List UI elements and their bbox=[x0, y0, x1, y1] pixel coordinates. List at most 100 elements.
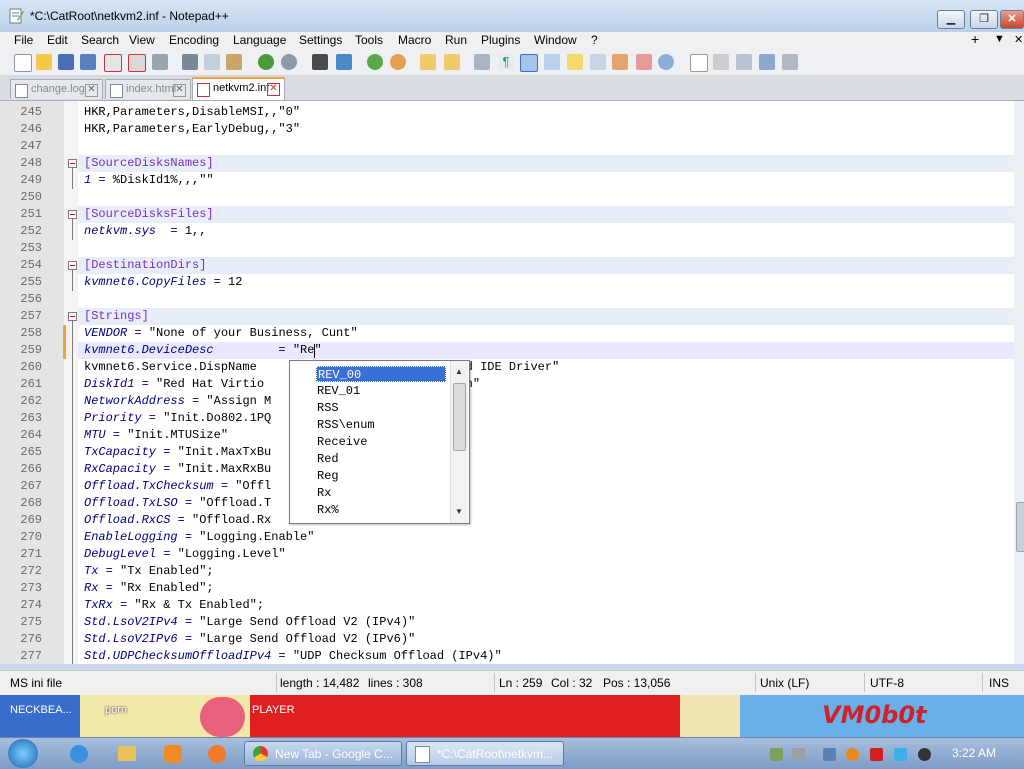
save-icon[interactable] bbox=[58, 54, 74, 70]
tray-icon[interactable] bbox=[792, 748, 805, 761]
copy-icon[interactable] bbox=[204, 54, 220, 70]
redo-icon[interactable] bbox=[281, 54, 297, 70]
fold-toggle-icon[interactable] bbox=[68, 210, 77, 219]
menu-view[interactable]: View bbox=[129, 33, 155, 47]
tab-close-icon[interactable]: ✕ bbox=[85, 84, 98, 97]
code-line[interactable]: EnableLogging = "Logging.Enable" bbox=[84, 529, 314, 546]
tab-netkvm2-inf[interactable]: netkvm2.inf ✕ bbox=[192, 77, 285, 100]
explorer-folder-icon[interactable] bbox=[118, 746, 136, 761]
volume-icon[interactable] bbox=[918, 748, 931, 761]
print-icon[interactable] bbox=[152, 54, 168, 70]
new-tab-plus[interactable]: + bbox=[971, 31, 979, 47]
autocomplete-item[interactable]: RSS\enum bbox=[316, 417, 446, 433]
code-line[interactable]: Rx = "Rx Enabled"; bbox=[84, 580, 214, 597]
save-all-icon[interactable] bbox=[80, 54, 96, 70]
autocomplete-item[interactable]: Receive bbox=[316, 434, 446, 450]
tab-change-log[interactable]: change.log ✕ bbox=[10, 79, 103, 99]
tray-icon[interactable] bbox=[823, 748, 836, 761]
zoom-out-icon[interactable] bbox=[390, 54, 406, 70]
paste-icon[interactable] bbox=[226, 54, 242, 70]
save-macro-icon[interactable] bbox=[782, 54, 798, 70]
user-defined-lang-icon[interactable] bbox=[544, 54, 560, 70]
code-line[interactable]: DebugLevel = "Logging.Level" bbox=[84, 546, 286, 563]
find-icon[interactable] bbox=[312, 54, 328, 70]
sync-horizontal-icon[interactable] bbox=[444, 54, 460, 70]
word-wrap-icon[interactable] bbox=[474, 54, 490, 70]
menu-edit[interactable]: Edit bbox=[47, 33, 68, 47]
cut-icon[interactable] bbox=[182, 54, 198, 70]
autocomplete-item[interactable]: Reg bbox=[316, 468, 446, 484]
fold-toggle-icon[interactable] bbox=[68, 261, 77, 270]
code-line[interactable]: RxCapacity = "Init.MaxRxBu bbox=[84, 461, 271, 478]
code-line[interactable]: HKR,Parameters,DisableMSI,,"0" bbox=[84, 104, 300, 121]
code-line[interactable]: [Strings] bbox=[84, 308, 149, 325]
media-player-icon[interactable] bbox=[164, 745, 182, 763]
close-icon[interactable] bbox=[104, 54, 122, 72]
scrollbar-thumb[interactable] bbox=[1016, 502, 1024, 552]
tab-index-html[interactable]: index.html ✕ bbox=[105, 79, 191, 99]
doc-map-icon[interactable] bbox=[567, 54, 583, 70]
autocomplete-item[interactable]: Red bbox=[316, 451, 446, 467]
new-file-icon[interactable] bbox=[14, 54, 32, 72]
tray-icon[interactable] bbox=[770, 748, 783, 761]
menu-settings[interactable]: Settings bbox=[299, 33, 342, 47]
record-macro-icon[interactable] bbox=[690, 54, 708, 72]
function-list-icon[interactable] bbox=[590, 54, 606, 70]
indent-guide-icon[interactable] bbox=[520, 54, 538, 72]
menu-window[interactable]: Window bbox=[534, 33, 577, 47]
autocomplete-item[interactable]: Rx bbox=[316, 485, 446, 501]
menu-tools[interactable]: Tools bbox=[355, 33, 383, 47]
code-line[interactable]: [SourceDisksFiles] bbox=[84, 206, 214, 223]
menu-search[interactable]: Search bbox=[81, 33, 119, 47]
code-line[interactable]: Tx = "Tx Enabled"; bbox=[84, 563, 214, 580]
show-all-chars-icon[interactable]: ¶ bbox=[498, 54, 514, 70]
autocomplete-popup[interactable]: REV_00 REV_01 RSS RSS\enum Receive Red Reg Rx Rx… bbox=[289, 360, 470, 524]
open-file-icon[interactable] bbox=[36, 54, 52, 70]
close-document-x[interactable]: ✕ bbox=[1014, 33, 1023, 46]
desktop-icon-label[interactable]: PLAYER bbox=[252, 704, 295, 716]
undo-icon[interactable] bbox=[258, 54, 274, 70]
autocomplete-item[interactable]: Rx% bbox=[316, 502, 446, 518]
code-line[interactable]: [SourceDisksNames] bbox=[84, 155, 214, 172]
taskbar-notepad[interactable]: *C:\CatRoot\netkvm... bbox=[406, 741, 564, 766]
code-line[interactable]: Std.LsoV2IPv6 = "Large Send Offload V2 (… bbox=[84, 631, 415, 648]
autocomplete-item[interactable]: RSS bbox=[316, 400, 446, 416]
maximize-button[interactable]: ❐ bbox=[970, 10, 998, 29]
code-line[interactable]: kvmnet6.CopyFiles = 12 bbox=[84, 274, 242, 291]
scroll-up-arrow-icon[interactable]: ▲ bbox=[455, 367, 463, 376]
fold-toggle-icon[interactable] bbox=[68, 312, 77, 321]
code-line[interactable]: Offload.RxCS = "Offload.Rx bbox=[84, 512, 271, 529]
run-macro-multiple-icon[interactable] bbox=[759, 54, 775, 70]
clock[interactable]: 3:22 AM bbox=[952, 746, 996, 760]
editor[interactable]: 245 HKR,Parameters,DisableMSI,,"0" 246 HKR,… bbox=[0, 101, 1014, 664]
close-button[interactable]: ✕ bbox=[1000, 10, 1024, 29]
code-line[interactable]: Priority = "Init.Do802.1PQ bbox=[84, 410, 271, 427]
taskbar-chrome[interactable]: New Tab - Google C... bbox=[244, 741, 402, 766]
code-line[interactable]: TxRx = "Rx & Tx Enabled"; bbox=[84, 597, 264, 614]
code-line[interactable]: Offload.TxLSO = "Offload.T bbox=[84, 495, 271, 512]
autocomplete-scrollbar[interactable]: ▲ ▼ bbox=[450, 361, 468, 523]
replace-icon[interactable] bbox=[336, 54, 352, 70]
tab-close-icon[interactable]: ✕ bbox=[267, 83, 280, 96]
code-line[interactable]: Std.UDPChecksumOffloadIPv4 = "UDP Checks… bbox=[84, 648, 502, 664]
code-line[interactable]: VENDOR = "None of your Business, Cunt" bbox=[84, 325, 358, 342]
menu-macro[interactable]: Macro bbox=[398, 33, 431, 47]
play-macro-icon[interactable] bbox=[736, 54, 752, 70]
autocomplete-item[interactable]: REV_01 bbox=[316, 383, 446, 399]
minimize-button[interactable]: ▁ bbox=[937, 10, 965, 29]
vertical-scrollbar[interactable] bbox=[1014, 101, 1024, 664]
code-line[interactable]: NetworkAddress = "Assign M bbox=[84, 393, 271, 410]
scroll-down-arrow-icon[interactable]: ▼ bbox=[455, 507, 463, 516]
desktop-icon-label[interactable]: NECKBEA... bbox=[10, 704, 72, 716]
autocomplete-scroll-thumb[interactable] bbox=[453, 383, 466, 451]
autocomplete-item[interactable]: REV_00 bbox=[316, 366, 446, 382]
tab-close-icon[interactable]: ✕ bbox=[173, 84, 186, 97]
stop-macro-icon[interactable] bbox=[713, 54, 729, 70]
menu-run[interactable]: Run bbox=[445, 33, 467, 47]
sync-vertical-icon[interactable] bbox=[420, 54, 436, 70]
fold-margin[interactable] bbox=[64, 101, 78, 664]
code-line[interactable]: MTU = "Init.MTUSize" bbox=[84, 427, 228, 444]
flag-icon[interactable] bbox=[870, 748, 883, 761]
tab-list-dropdown[interactable]: ▼ bbox=[994, 33, 1005, 45]
menu-plugins[interactable]: Plugins bbox=[481, 33, 520, 47]
